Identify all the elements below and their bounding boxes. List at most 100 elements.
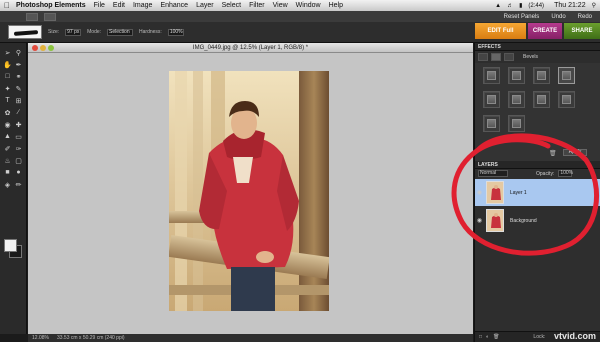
sponge-tool-icon[interactable]: ◈ <box>3 180 12 189</box>
magic-wand-icon[interactable]: ✦ <box>3 84 12 93</box>
bevel-style-thumb[interactable] <box>508 91 525 108</box>
crop-tool-icon[interactable]: ⊞ <box>14 96 23 105</box>
pencil-tool-icon[interactable]: ✏ <box>14 180 23 189</box>
layer-name[interactable]: Layer 1 <box>510 190 527 196</box>
create-tab[interactable]: CREATE <box>528 23 562 39</box>
menu-file[interactable]: File <box>94 2 105 9</box>
visibility-eye-icon[interactable]: ◉ <box>475 189 484 196</box>
clock[interactable]: Thu 21:22 <box>554 2 586 9</box>
type-tool-icon[interactable]: T <box>3 96 12 105</box>
foreground-color-swatch[interactable] <box>4 239 17 252</box>
apply-button[interactable]: Apply <box>563 149 587 156</box>
healing-brush-icon[interactable]: ✚ <box>14 120 23 129</box>
menu-help[interactable]: Help <box>329 2 343 9</box>
bevel-style-thumb[interactable] <box>558 91 575 108</box>
gradient-tool-icon[interactable]: ▢ <box>14 156 23 165</box>
menu-filter[interactable]: Filter <box>249 2 265 9</box>
new-button[interactable] <box>44 12 56 21</box>
bevel-style-thumb[interactable] <box>533 91 550 108</box>
size-label: Size: <box>48 29 60 35</box>
smart-brush-icon[interactable]: ✑ <box>14 144 23 153</box>
bevel-icon <box>562 71 571 80</box>
volume-icon[interactable]: ♬ <box>507 3 513 9</box>
lasso-tool-icon[interactable]: ⚭ <box>14 72 23 81</box>
close-window-icon[interactable] <box>32 45 38 51</box>
document-tab[interactable]: IMG_0449.jpg @ 12.5% (Layer 1, RGB/8) * <box>28 43 473 53</box>
clone-stamp-icon[interactable]: ▲ <box>3 132 12 141</box>
layer-row-background[interactable]: ◉ Background <box>475 207 600 234</box>
minimize-window-icon[interactable] <box>40 45 46 51</box>
red-eye-icon[interactable]: ◉ <box>3 120 12 129</box>
cookie-cutter-icon[interactable]: ✿ <box>3 108 12 117</box>
trash-icon[interactable]: 🗑 <box>549 150 557 157</box>
adjustment-layer-icon[interactable]: ◐ <box>486 334 489 340</box>
lock-label: Lock: <box>533 334 546 340</box>
menu-enhance[interactable]: Enhance <box>160 2 188 9</box>
bevel-icon <box>562 95 571 104</box>
bevel-icon <box>512 119 521 128</box>
layer-name[interactable]: Background <box>510 218 537 224</box>
opacity-field[interactable]: 100% <box>558 170 573 177</box>
eyedropper-icon[interactable]: ✒ <box>14 60 23 69</box>
zoom-level[interactable]: 12.08% <box>32 335 49 341</box>
hand-tool-icon[interactable]: ✋ <box>3 60 12 69</box>
app-name-menu[interactable]: Photoshop Elements <box>16 2 86 9</box>
menu-select[interactable]: Select <box>222 2 241 9</box>
bevel-style-thumb[interactable] <box>483 91 500 108</box>
organizer-button[interactable] <box>26 12 38 21</box>
menu-layer[interactable]: Layer <box>196 2 214 9</box>
hardness-label: Hardness: <box>139 29 162 35</box>
new-layer-icon[interactable]: □ <box>479 334 482 340</box>
visibility-eye-icon[interactable]: ◉ <box>475 217 484 224</box>
layer-row-layer-1[interactable]: ◉ Layer 1 <box>475 179 600 206</box>
move-tool-icon[interactable]: ➢ <box>3 48 12 57</box>
reset-panels-button[interactable]: Reset Panels <box>504 14 540 20</box>
filters-tab-icon[interactable] <box>478 53 488 61</box>
brush-tool-icon[interactable]: ✐ <box>3 144 12 153</box>
bevel-style-thumb[interactable] <box>483 67 500 84</box>
mode-select[interactable]: Selection <box>107 28 134 36</box>
share-tab[interactable]: SHARE <box>564 23 600 39</box>
bevel-style-thumb[interactable] <box>508 115 525 132</box>
effects-preset-select[interactable]: Bevels <box>523 54 538 60</box>
quick-selection-icon[interactable]: ✎ <box>14 84 23 93</box>
layers-panel-header[interactable]: LAYERS <box>475 161 600 169</box>
bevel-style-thumb[interactable] <box>508 67 525 84</box>
bevel-style-thumb-selected[interactable] <box>558 67 575 84</box>
redo-button[interactable]: Redo <box>578 14 592 20</box>
battery-time: (2:44) <box>528 2 545 9</box>
blur-tool-icon[interactable]: ● <box>14 168 23 177</box>
marquee-tool-icon[interactable]: □ <box>3 72 12 81</box>
straighten-icon[interactable]: ∕ <box>14 108 23 117</box>
apple-icon[interactable]:  <box>4 1 10 10</box>
zoom-window-icon[interactable] <box>48 45 54 51</box>
zoom-tool-icon[interactable]: ⚲ <box>14 48 23 57</box>
edit-full-tab[interactable]: EDIT Full <box>475 23 526 39</box>
bevel-icon <box>487 119 496 128</box>
eraser-icon[interactable]: ▭ <box>14 132 23 141</box>
size-field[interactable]: 97 px <box>65 28 82 36</box>
menu-edit[interactable]: Edit <box>113 2 125 9</box>
blend-mode-select[interactable]: Normal <box>478 170 508 177</box>
bevel-style-thumb[interactable] <box>483 115 500 132</box>
delete-layer-icon[interactable]: 🗑 <box>493 334 499 340</box>
undo-button[interactable]: Undo <box>551 14 565 20</box>
mode-label: Mode: <box>87 29 102 35</box>
menu-image[interactable]: Image <box>133 2 152 9</box>
menu-view[interactable]: View <box>273 2 288 9</box>
layer-styles-tab-icon[interactable] <box>491 53 501 61</box>
brush-preview[interactable] <box>8 25 42 39</box>
wifi-icon[interactable]: ▲ <box>495 3 501 9</box>
bevel-icon <box>487 71 496 80</box>
photo-effects-tab-icon[interactable] <box>504 53 514 61</box>
battery-icon[interactable]: ▮ <box>519 2 522 9</box>
effects-panel-header[interactable]: EFFECTS <box>475 43 600 51</box>
spotlight-icon[interactable]: ⚲ <box>592 2 596 9</box>
bevel-style-thumb[interactable] <box>533 67 550 84</box>
effects-style-grid <box>475 63 600 138</box>
photo-canvas[interactable] <box>169 71 329 311</box>
paint-bucket-icon[interactable]: ♨ <box>3 156 12 165</box>
hardness-field[interactable]: 100% <box>167 28 184 36</box>
menu-window[interactable]: Window <box>296 2 321 9</box>
shape-tool-icon[interactable]: ■ <box>3 168 12 177</box>
